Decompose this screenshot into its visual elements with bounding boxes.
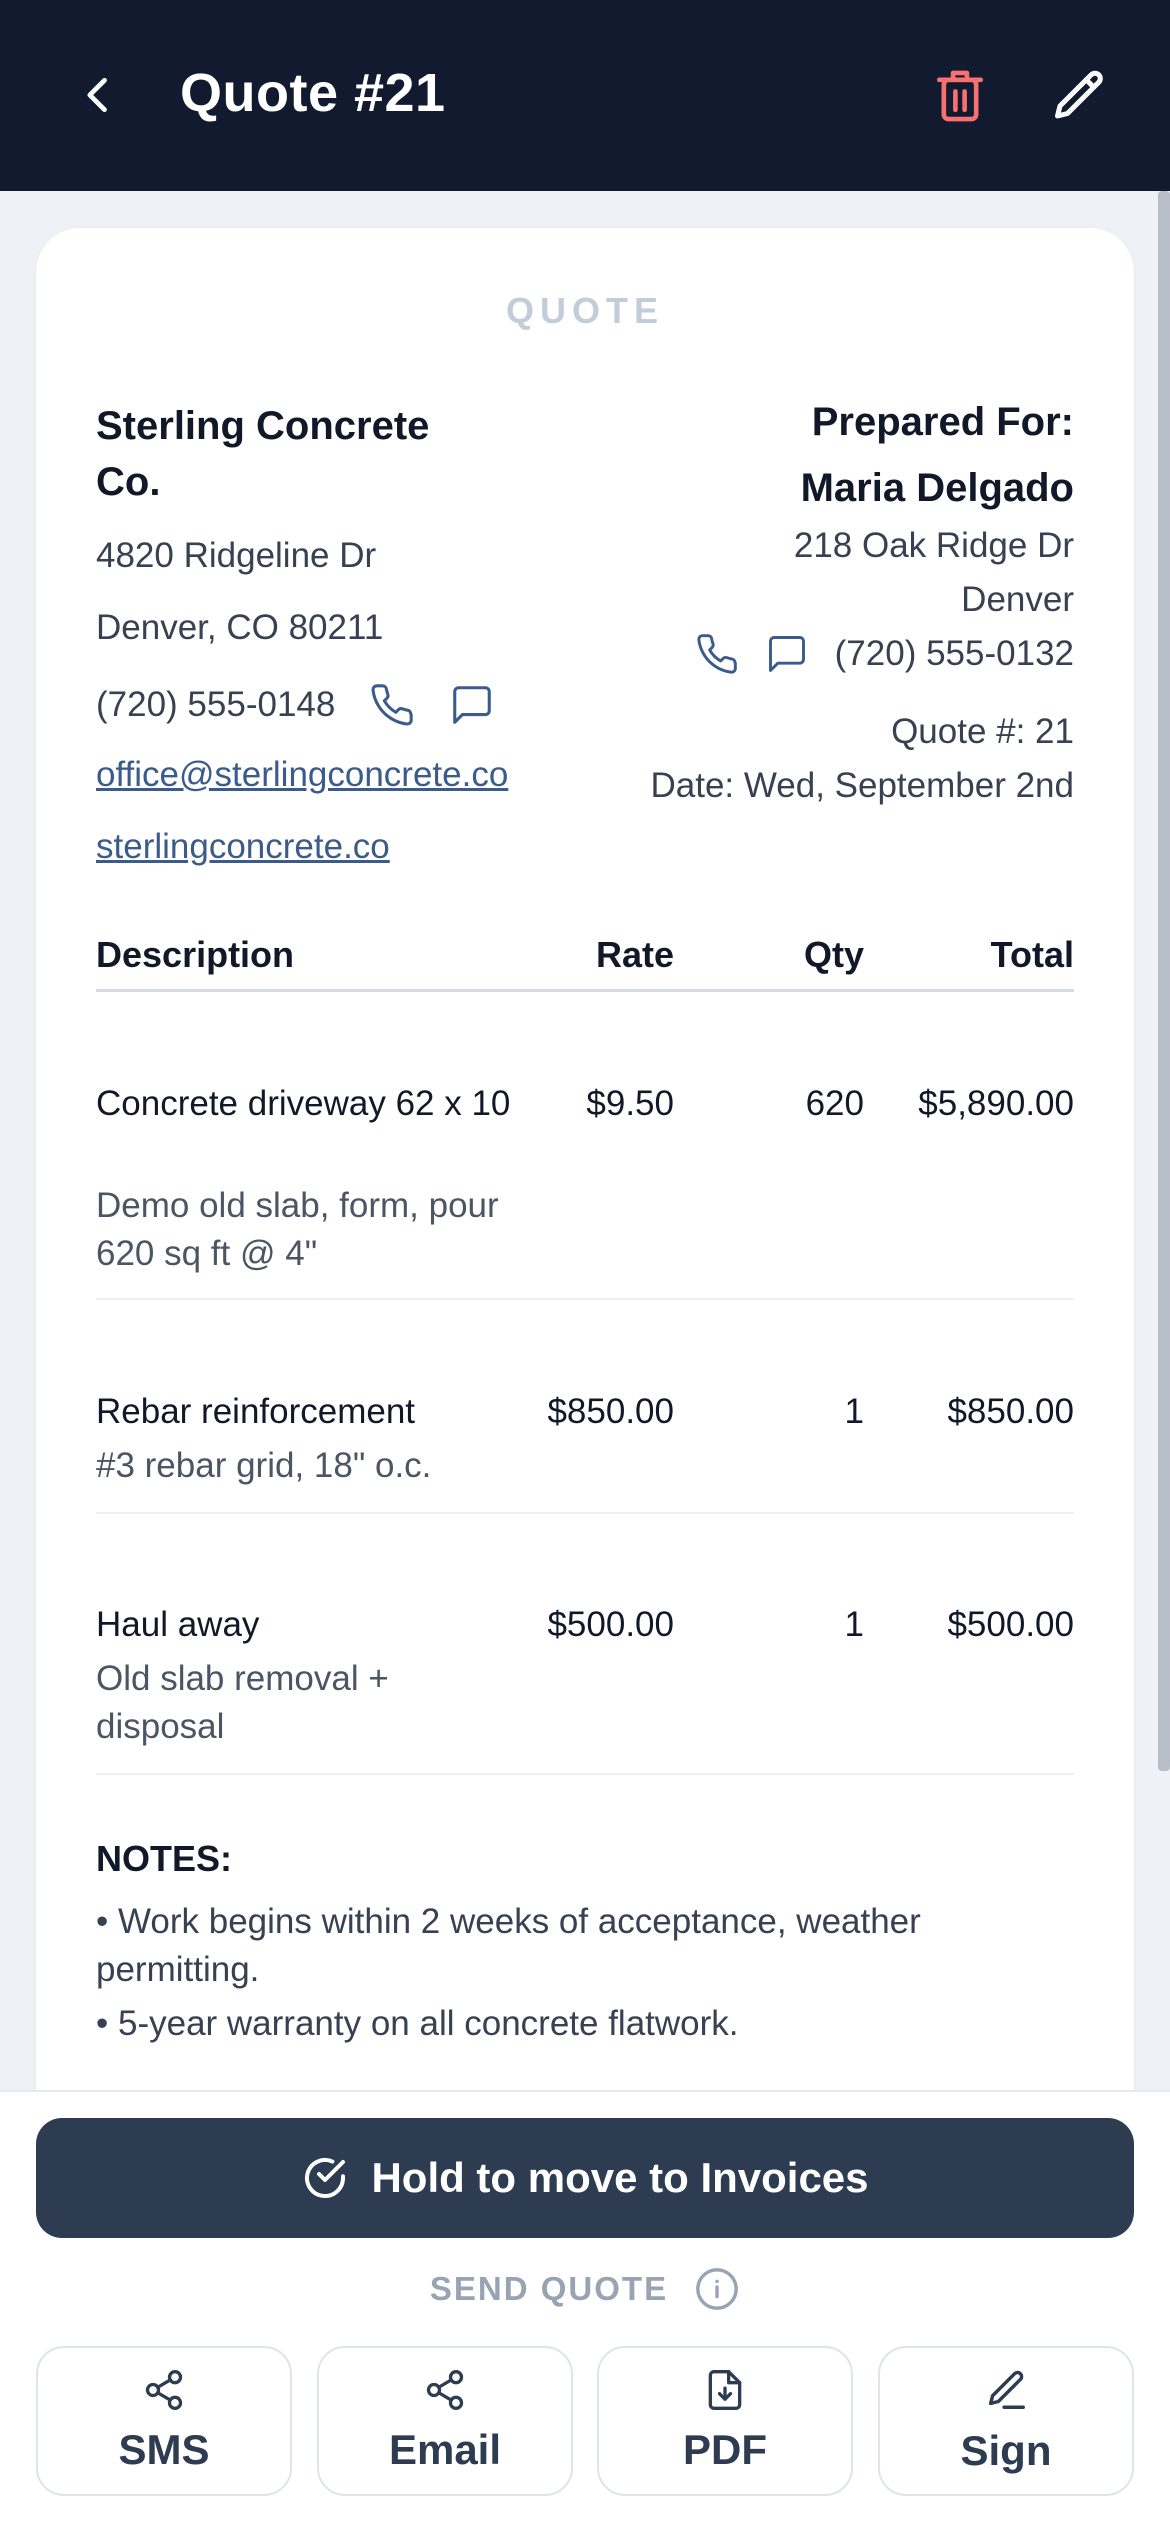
notes-heading: NOTES: [96,1838,233,1879]
item-total: $5,890.00 [918,1084,1074,1123]
company-name: Sterling Concrete Co. [96,404,430,504]
share-icon [142,2368,186,2412]
table-row: Concrete driveway 62 x 10 Demo old slab,… [96,1080,1074,1300]
check-circle-icon [301,2154,349,2202]
header-rate: Rate [595,934,674,975]
hold-to-move-invoices-button[interactable]: Hold to move to Invoices [36,2118,1134,2238]
item-title: Haul away [96,1605,260,1644]
delete-button[interactable] [922,58,998,134]
item-title: Rebar reinforcement [96,1392,416,1431]
send-quote-label: SEND QUOTE [429,2270,669,2307]
table-row: Haul away Old slab removal + disposal $5… [96,1601,1074,1775]
item-title: Concrete driveway 62 x 10 [96,1084,511,1123]
company-address-line2: Denver, CO 80211 [96,608,384,647]
pdf-label: PDF [683,2426,767,2473]
item-detail: Old slab removal + disposal [96,1659,389,1746]
page-title: Quote #21 [180,63,446,123]
company-address-line1: 4820 Ridgeline Dr [96,536,377,575]
item-rate: $500.00 [547,1605,674,1644]
quote-date: Date: Wed, September 2nd [650,766,1075,805]
header-total: Total [990,934,1074,975]
pencil-icon [1050,66,1110,126]
note-item: • Work begins within 2 weeks of acceptan… [96,1902,921,1989]
chevron-left-icon [77,73,121,117]
send-quote-row: SEND QUOTE [0,2266,1170,2312]
item-rate: $9.50 [586,1084,674,1123]
quote-number: Quote #: 21 [891,712,1074,751]
email-label: Email [388,2426,502,2473]
phone-icon[interactable] [369,682,415,728]
item-detail: Demo old slab, form, pour 620 sq ft @ 4" [96,1186,499,1273]
line-items-header: Description Rate Qty Total [96,928,1074,992]
info-icon[interactable] [694,2266,740,2312]
table-row: Rebar reinforcement #3 rebar grid, 18" o… [96,1388,1074,1514]
file-download-icon [703,2368,747,2412]
item-total: $500.00 [947,1605,1074,1644]
item-detail: #3 rebar grid, 18" o.c. [96,1446,432,1485]
prepared-for-heading: Prepared For: [811,400,1074,444]
client-name: Maria Delgado [800,466,1074,510]
share-icon [423,2368,467,2412]
download-pdf-button[interactable]: PDF [597,2346,853,2496]
back-button[interactable] [64,60,134,130]
quote-label: QUOTE [505,290,664,331]
client-phone: (720) 555-0132 [834,634,1074,673]
header-description: Description [96,934,295,975]
trash-icon [932,66,988,126]
message-icon[interactable] [449,682,495,728]
client-phone-row: (720) 555-0132 [695,632,1074,676]
edit-button[interactable] [1042,58,1118,134]
client-address: 218 Oak Ridge Dr [793,526,1074,565]
note-item: • 5-year warranty on all concrete flatwo… [96,2004,739,2043]
item-qty: 620 [805,1084,864,1123]
client-city: Denver [961,580,1074,619]
company-email-link[interactable]: office@sterlingconcrete.co [96,755,508,795]
send-sms-button[interactable]: SMS [36,2346,292,2496]
scrollbar[interactable] [1158,191,1170,1771]
company-phone-row: (720) 555-0148 [96,682,495,728]
sms-label: SMS [118,2426,210,2473]
item-rate: $850.00 [547,1392,674,1431]
company-phone: (720) 555-0148 [96,685,336,724]
app-header: Quote #21 [0,0,1170,191]
item-total: $850.00 [947,1392,1074,1431]
company-website-link[interactable]: sterlingconcrete.co [96,827,390,867]
send-email-button[interactable]: Email [317,2346,573,2496]
item-qty: 1 [844,1392,864,1431]
item-qty: 1 [844,1605,864,1644]
header-qty: Qty [803,934,864,975]
sign-label: Sign [960,2427,1052,2474]
sign-button[interactable]: Sign [878,2346,1134,2496]
message-icon[interactable] [765,632,809,676]
hold-button-label: Hold to move to Invoices [371,2154,869,2201]
pen-icon [983,2367,1029,2413]
phone-icon[interactable] [695,632,739,676]
